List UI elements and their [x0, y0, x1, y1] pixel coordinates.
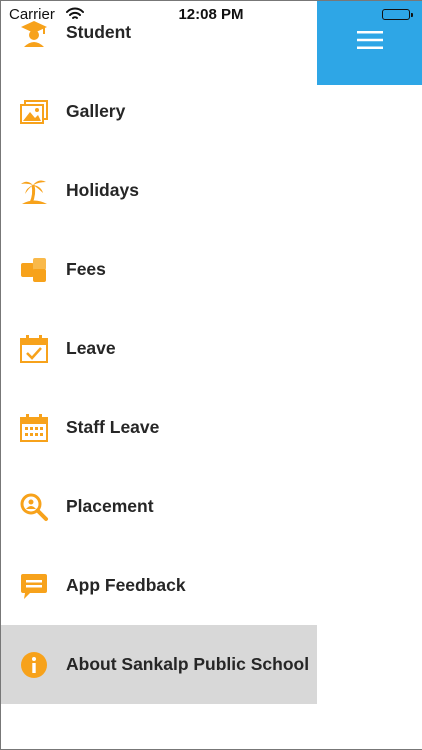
menu-item-label: Gallery	[66, 101, 126, 121]
fees-icon	[19, 255, 49, 285]
calendar-grid-icon	[19, 413, 49, 443]
feedback-chat-icon	[19, 571, 49, 601]
menu-item-about[interactable]: About Sankalp Public School	[0, 625, 317, 704]
hamburger-menu-icon	[356, 30, 383, 55]
menu-item-fees[interactable]: Fees	[0, 230, 317, 309]
menu-item-label: Placement	[66, 496, 154, 516]
menu-item-label: Fees	[66, 259, 106, 279]
palm-tree-icon	[19, 176, 49, 206]
left-border	[0, 0, 1, 750]
calendar-check-icon	[19, 334, 49, 364]
menu-item-holidays[interactable]: Holidays	[0, 151, 317, 230]
menu-item-placement[interactable]: Placement	[0, 467, 317, 546]
menu-item-leave[interactable]: Leave	[0, 309, 317, 388]
menu-item-label: About Sankalp Public School	[66, 654, 310, 674]
menu-item-staff-leave[interactable]: Staff Leave	[0, 388, 317, 467]
menu-item-label: App Feedback	[66, 575, 186, 595]
menu-item-label: Leave	[66, 338, 116, 358]
gallery-icon	[19, 97, 49, 127]
status-time: 12:08 PM	[178, 6, 244, 23]
battery-icon	[382, 9, 413, 20]
placement-search-icon	[19, 492, 49, 522]
menu-item-app-feedback[interactable]: App Feedback	[0, 546, 317, 625]
menu-item-label: Holidays	[66, 180, 139, 200]
top-border	[0, 0, 422, 1]
menu-item-label: Staff Leave	[66, 417, 160, 437]
navigation-drawer: Student Gallery Holidays Fees Leave Staf…	[0, 0, 317, 750]
menu-item-gallery[interactable]: Gallery	[0, 72, 317, 151]
info-icon	[19, 650, 49, 680]
status-bar: Carrier 12:08 PM	[0, 0, 422, 30]
